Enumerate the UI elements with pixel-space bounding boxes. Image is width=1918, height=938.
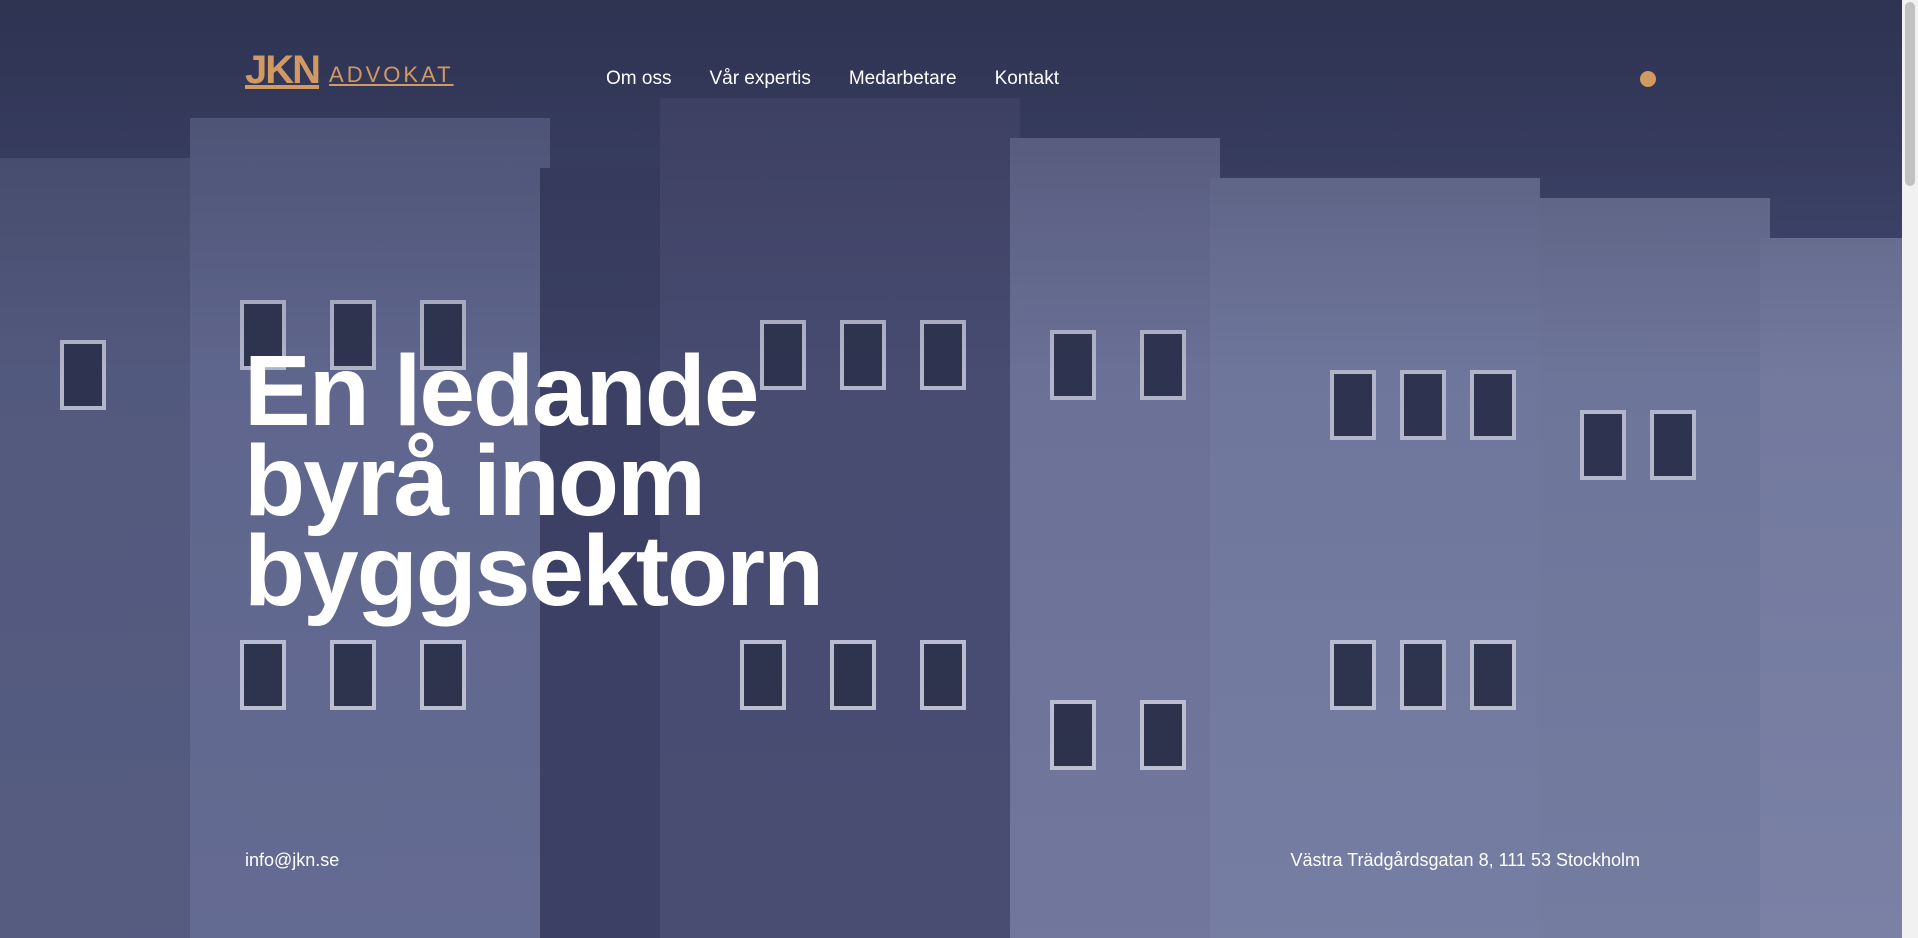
logo-mark: JKN	[245, 48, 321, 92]
logo[interactable]: JKN ADVOKAT	[245, 48, 454, 92]
menu-dot-icon[interactable]	[1640, 71, 1656, 87]
hero-headline: En ledande byrå inom byggsektorn	[244, 341, 944, 621]
headline-line-3: byggsektorn	[244, 515, 824, 627]
scrollbar-thumb[interactable]	[1905, 2, 1915, 186]
page-scrollbar[interactable]	[1902, 0, 1918, 938]
nav-item-medarbetare[interactable]: Medarbetare	[849, 68, 957, 90]
email-link[interactable]: info@jkn.se	[245, 850, 339, 871]
main-nav: Om oss Vår expertis Medarbetare Kontakt	[606, 68, 1059, 90]
nav-item-om-oss[interactable]: Om oss	[606, 68, 671, 90]
hero-section: JKN ADVOKAT Om oss Vår expertis Medarbet…	[0, 0, 1902, 938]
nav-item-kontakt[interactable]: Kontakt	[995, 68, 1059, 90]
logo-text: ADVOKAT	[329, 62, 454, 87]
address-text: Västra Trädgårdsgatan 8, 111 53 Stockhol…	[1290, 850, 1640, 870]
nav-item-var-expertis[interactable]: Vår expertis	[709, 68, 810, 90]
